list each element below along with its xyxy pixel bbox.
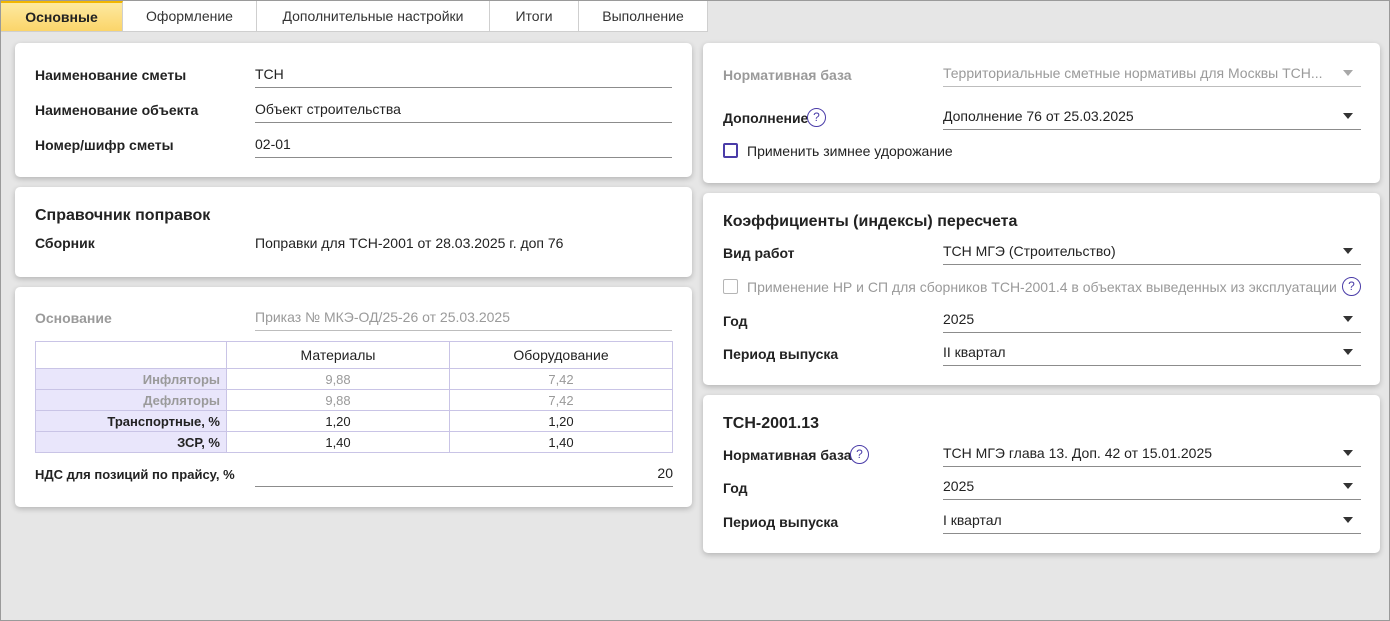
basis-input: Приказ № МКЭ-ОД/25-26 от 25.03.2025 — [255, 307, 672, 331]
winter-surcharge-label: Применить зимнее удорожание — [747, 143, 953, 159]
addition-value: Дополнение 76 от 25.03.2025 — [943, 108, 1134, 124]
year-label: Год — [723, 313, 748, 329]
estimate-code-input[interactable]: 02-01 — [255, 134, 672, 158]
winter-surcharge-checkbox[interactable] — [723, 143, 738, 158]
chevron-down-icon — [1343, 483, 1353, 489]
tsn13-year-label: Год — [723, 480, 748, 496]
basis-label: Основание — [35, 310, 112, 326]
tab-execution[interactable]: Выполнение — [579, 1, 708, 32]
tab-totals[interactable]: Итоги — [490, 1, 579, 32]
estimate-code-label: Номер/шифр сметы — [35, 137, 174, 153]
cell-equipment[interactable]: 1,20 — [449, 410, 673, 432]
chevron-down-icon — [1343, 248, 1353, 254]
tab-main[interactable]: Основные — [1, 1, 123, 32]
table-row: Инфляторы 9,88 7,42 — [35, 368, 673, 390]
column-header-materials: Материалы — [226, 341, 450, 369]
table-header-row: Материалы Оборудование — [35, 341, 673, 369]
work-type-select[interactable]: ТСН МГЭ (Строительство) — [943, 241, 1361, 265]
tsn13-period-label: Период выпуска — [723, 514, 839, 530]
period-select[interactable]: II квартал — [943, 342, 1361, 366]
corrections-title: Справочник поправок — [35, 207, 211, 224]
app-frame: Основные Оформление Дополнительные настр… — [0, 0, 1390, 621]
cell-equipment: 7,42 — [449, 368, 673, 390]
estimate-info-card: Наименование сметы ТСН Наименование объе… — [15, 43, 692, 177]
column-header-equipment: Оборудование — [449, 341, 673, 369]
cell-equipment[interactable]: 1,40 — [449, 431, 673, 453]
collection-value: Поправки для ТСН-2001 от 28.03.2025 г. д… — [255, 235, 564, 251]
vat-label: НДС для позиций по прайсу, % — [35, 467, 235, 482]
tsn13-period-value: I квартал — [943, 512, 1002, 528]
addition-label: Дополнение — [723, 110, 809, 126]
normative-base-label: Нормативная база — [723, 67, 852, 83]
chevron-down-icon — [1343, 517, 1353, 523]
help-icon[interactable]: ? — [1342, 277, 1361, 296]
row-label-zsr: ЗСР, % — [35, 431, 227, 453]
tab-design[interactable]: Оформление — [123, 1, 257, 32]
normative-base-card: Нормативная база Территориальные сметные… — [703, 43, 1380, 183]
table-corner-cell — [35, 341, 227, 369]
tab-bar: Основные Оформление Дополнительные настр… — [1, 1, 1389, 32]
coefficients-table: Материалы Оборудование Инфляторы 9,88 7,… — [35, 341, 673, 453]
cell-equipment: 7,42 — [449, 389, 673, 411]
addition-select[interactable]: Дополнение 76 от 25.03.2025 — [943, 106, 1361, 130]
normative-base-value: Территориальные сметные нормативы для Мо… — [943, 65, 1323, 81]
year-value: 2025 — [943, 311, 975, 327]
tsn13-year-value: 2025 — [943, 478, 975, 494]
tsn13-card: ТСН-2001.13 Нормативная база ? ТСН МГЭ г… — [703, 395, 1380, 553]
recalc-card: Коэффициенты (индексы) пересчета Вид раб… — [703, 193, 1380, 385]
cell-materials[interactable]: 1,20 — [226, 410, 450, 432]
tsn13-base-value: ТСН МГЭ глава 13. Доп. 42 от 15.01.2025 — [943, 445, 1213, 461]
table-row: Дефляторы 9,88 7,42 — [35, 389, 673, 411]
hp-sp-checkbox — [723, 279, 738, 294]
year-select[interactable]: 2025 — [943, 309, 1361, 333]
chevron-down-icon — [1343, 316, 1353, 322]
hp-sp-label: Применение НР и СП для сборников ТСН-200… — [747, 279, 1337, 295]
help-icon[interactable]: ? — [850, 445, 869, 464]
period-value: II квартал — [943, 344, 1006, 360]
tsn13-year-select[interactable]: 2025 — [943, 476, 1361, 500]
collection-label: Сборник — [35, 235, 95, 251]
work-type-value: ТСН МГЭ (Строительство) — [943, 243, 1116, 259]
chevron-down-icon — [1343, 349, 1353, 355]
cell-materials[interactable]: 1,40 — [226, 431, 450, 453]
tab-additional-settings[interactable]: Дополнительные настройки — [257, 1, 490, 32]
object-name-input[interactable]: Объект строительства — [255, 99, 672, 123]
vat-input[interactable]: 20 — [255, 463, 673, 487]
estimate-name-label: Наименование сметы — [35, 67, 187, 83]
estimate-name-input[interactable]: ТСН — [255, 64, 672, 88]
table-row: ЗСР, % 1,40 1,40 — [35, 431, 673, 453]
cell-materials: 9,88 — [226, 389, 450, 411]
tsn13-base-select[interactable]: ТСН МГЭ глава 13. Доп. 42 от 15.01.2025 — [943, 443, 1361, 467]
help-icon[interactable]: ? — [807, 108, 826, 127]
period-label: Период выпуска — [723, 346, 839, 362]
recalc-title: Коэффициенты (индексы) пересчета — [723, 213, 1018, 230]
chevron-down-icon — [1343, 70, 1353, 76]
corrections-card: Справочник поправок Сборник Поправки для… — [15, 187, 692, 277]
tsn13-title: ТСН-2001.13 — [723, 415, 820, 432]
row-label-deflators: Дефляторы — [35, 389, 227, 411]
basis-card: Основание Приказ № МКЭ-ОД/25-26 от 25.03… — [15, 287, 692, 507]
tsn13-base-label: Нормативная база — [723, 447, 852, 463]
table-row: Транспортные, % 1,20 1,20 — [35, 410, 673, 432]
tsn13-period-select[interactable]: I квартал — [943, 510, 1361, 534]
chevron-down-icon — [1343, 113, 1353, 119]
row-label-transport: Транспортные, % — [35, 410, 227, 432]
cell-materials: 9,88 — [226, 368, 450, 390]
work-type-label: Вид работ — [723, 245, 795, 261]
normative-base-select: Территориальные сметные нормативы для Мо… — [943, 63, 1361, 87]
chevron-down-icon — [1343, 450, 1353, 456]
row-label-inflators: Инфляторы — [35, 368, 227, 390]
object-name-label: Наименование объекта — [35, 102, 199, 118]
